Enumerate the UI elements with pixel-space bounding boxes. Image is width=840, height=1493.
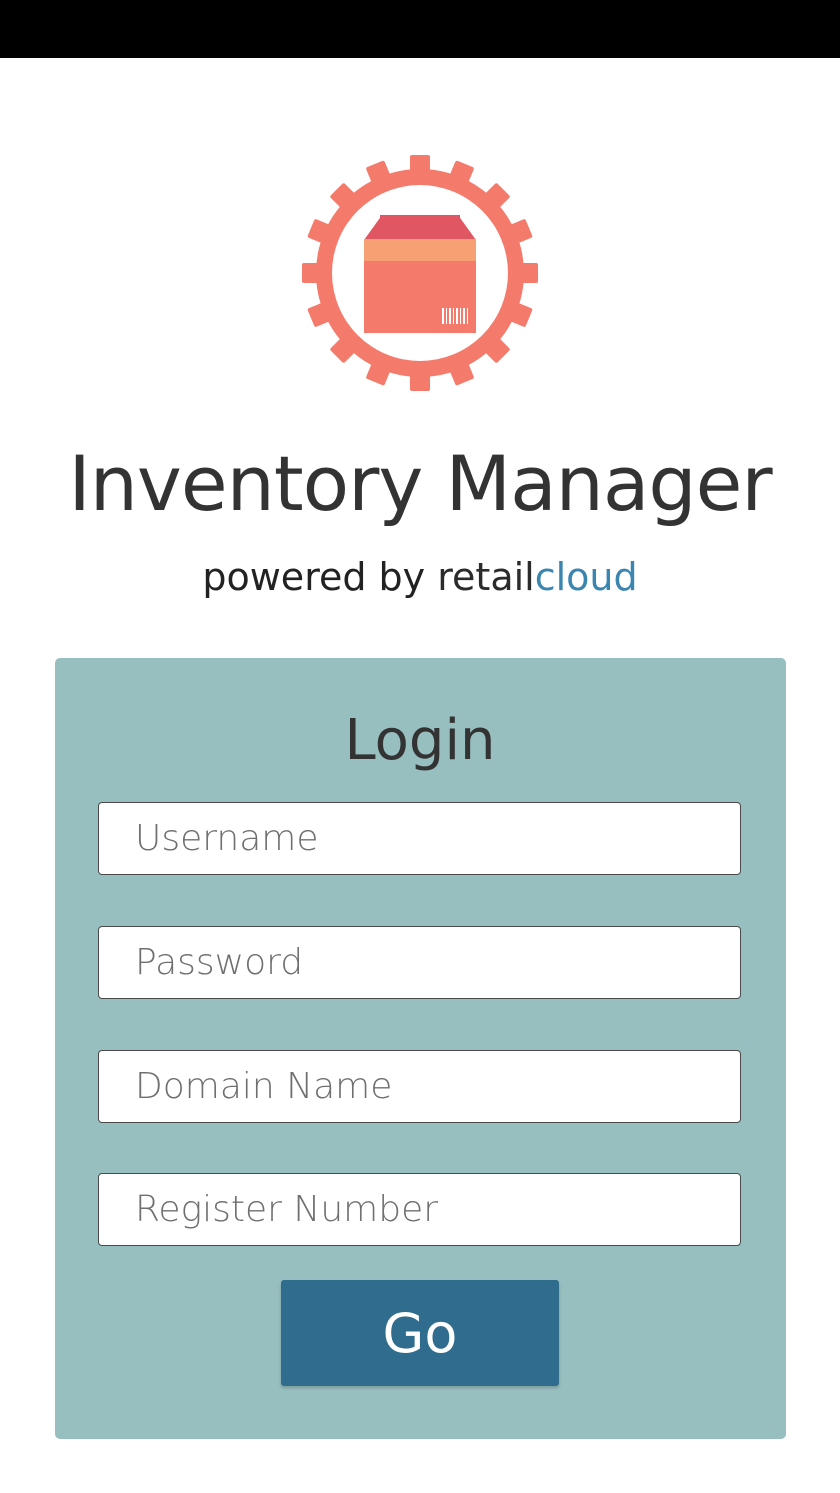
brand-name-retail: retail	[437, 555, 535, 599]
password-input[interactable]	[98, 926, 741, 999]
status-bar	[0, 0, 840, 58]
powered-by-line: powered by retailcloud	[0, 552, 840, 602]
login-heading: Login	[344, 708, 496, 773]
gear-with-box-icon	[302, 155, 538, 391]
brand-name-cloud: cloud	[534, 555, 638, 599]
box-body	[364, 261, 476, 333]
box-top-band	[364, 239, 476, 263]
app-title: Inventory Manager	[68, 439, 772, 528]
domain-name-input[interactable]	[98, 1050, 741, 1123]
box-back-flap	[380, 215, 460, 239]
go-button[interactable]: Go	[281, 1280, 559, 1386]
register-number-input[interactable]	[98, 1173, 741, 1246]
powered-by-text: powered by	[202, 555, 426, 599]
username-input[interactable]	[98, 802, 741, 875]
